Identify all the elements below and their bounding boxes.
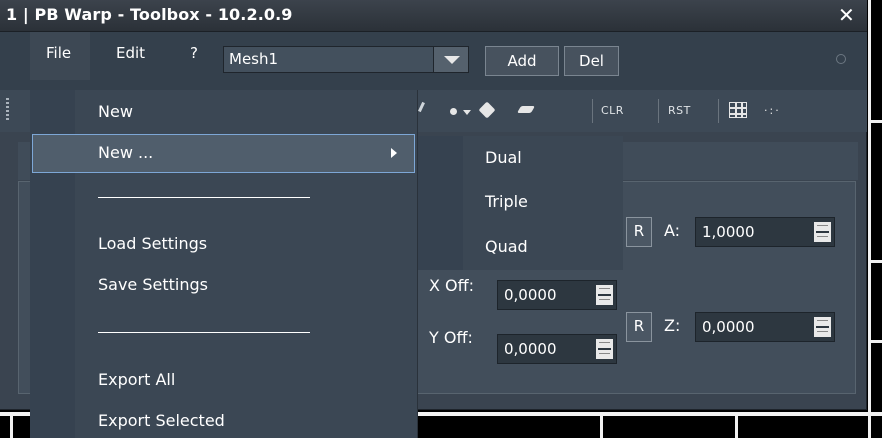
add-button[interactable]: Add [485,46,559,76]
toolbar-grip-icon[interactable] [6,98,9,122]
submenu-item-quad[interactable]: Quad [485,237,528,256]
y-off-spinner-icon[interactable] [596,339,613,359]
x-off-spinner-icon[interactable] [596,285,613,305]
submenu-arrow-icon [391,148,397,158]
new-submenu: Dual Triple Quad [418,136,623,270]
menu-item-load-settings[interactable]: Load Settings [98,234,207,253]
y-off-label: Y Off: [429,328,473,347]
add-button-label: Add [507,52,537,70]
grid-icon[interactable] [729,102,747,118]
background-wireframe [10,412,13,438]
brush-tool-icon[interactable] [418,101,425,113]
window-title: 1 | PB Warp - Toolbox - 10.2.0.9 [6,5,293,24]
rst-button[interactable]: RST [668,104,691,117]
reset-z-button-label: R [633,317,645,335]
chevron-down-icon[interactable] [433,47,468,72]
del-button-label: Del [579,52,604,70]
menu-item-new[interactable]: New [98,102,133,121]
close-icon[interactable]: ✕ [838,3,855,27]
del-button[interactable]: Del [564,46,619,76]
points-icon[interactable]: ·:· [764,104,781,117]
background-wireframe [735,412,738,438]
submenu-item-dual[interactable]: Dual [485,148,522,167]
menu-item-new-ellipsis[interactable] [32,134,415,173]
a-field[interactable]: 1,0000 [695,217,835,247]
eraser-icon[interactable] [516,106,536,113]
clr-button[interactable]: CLR [601,104,624,117]
a-label: A: [664,221,681,240]
menu-item-export-selected[interactable]: Export Selected [98,411,225,430]
menu-edit[interactable]: Edit [116,44,145,62]
a-spinner-icon[interactable] [814,222,831,242]
x-off-value: 0,0000 [504,286,557,304]
menu-item-new-ellipsis-label: New ... [98,143,154,162]
mesh-select-value: Mesh1 [229,50,279,68]
a-value: 1,0000 [702,223,755,241]
y-off-field[interactable]: 0,0000 [497,334,617,364]
toolbar-separator [718,99,719,123]
z-value: 0,0000 [702,318,755,336]
brush-size-icon[interactable] [450,108,457,115]
reset-z-button[interactable]: R [626,312,652,342]
menu-file[interactable]: File [46,44,71,62]
fill-bucket-icon[interactable] [478,101,496,119]
z-spinner-icon[interactable] [814,317,831,337]
menu-item-export-all[interactable]: Export All [98,370,175,389]
background-wireframe [600,412,603,438]
toolbar-separator [592,99,593,123]
submenu-item-triple[interactable]: Triple [485,192,528,211]
toolbar-separator [658,99,659,123]
mesh-select[interactable]: Mesh1 [223,46,469,73]
menu-bar: File Edit ? Mesh1 Add Del [0,32,867,90]
x-off-label: X Off: [429,276,475,295]
menu-help[interactable]: ? [190,44,198,62]
menu-separator [98,197,310,198]
background-wireframe [868,340,882,343]
background-wireframe [868,260,882,263]
file-menu: New New ... Load Settings Save Settings … [30,90,418,438]
x-off-field[interactable]: 0,0000 [497,280,617,310]
y-off-value: 0,0000 [504,340,557,358]
background-wireframe [868,120,882,123]
z-field[interactable]: 0,0000 [695,312,835,342]
brush-size-dropdown-icon[interactable] [463,110,471,115]
menu-separator [98,332,310,333]
title-bar[interactable]: 1 | PB Warp - Toolbox - 10.2.0.9 ✕ [0,0,867,32]
submenu-gutter [418,136,463,270]
z-label: Z: [664,316,681,335]
status-dot-icon [836,54,846,64]
background-wireframe [868,0,871,438]
menu-item-save-settings[interactable]: Save Settings [98,275,208,294]
reset-a-button-label: R [633,222,645,240]
reset-a-button[interactable]: R [626,217,652,247]
